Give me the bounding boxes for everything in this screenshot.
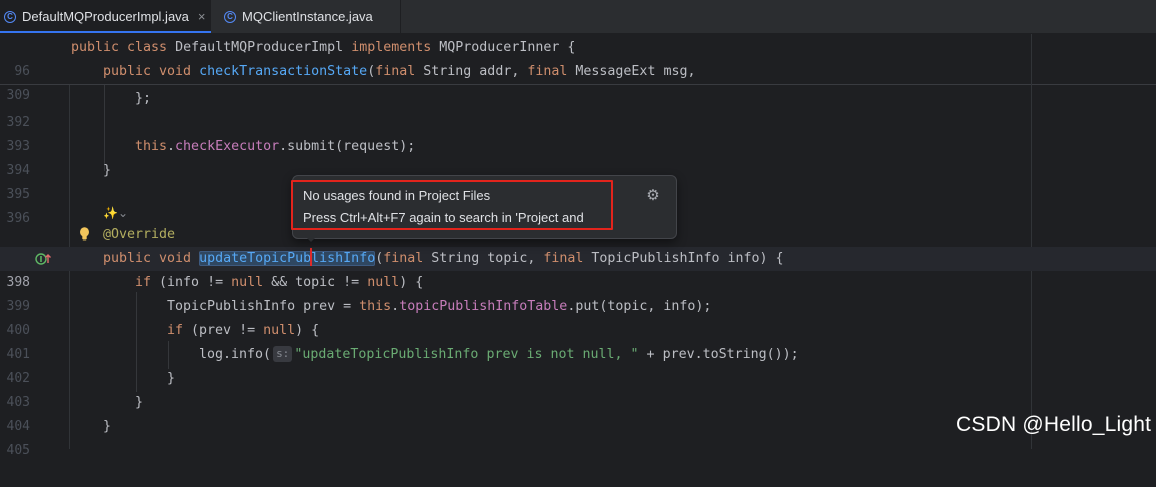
code-text: @Override [103,227,176,242]
code-text: this.checkExecutor.submit(request); [135,139,416,154]
svg-text:I: I [40,255,43,264]
code-text: public void checkTransactionState(final … [103,64,696,79]
code-line-393[interactable]: 393 [0,111,1156,154]
popup-hint[interactable]: Press Ctrl+Alt+F7 again to search in 'Pr… [303,210,584,225]
line-number: 405 [6,443,30,458]
code-text: public void updateTopicPublishInfo(final… [103,247,784,271]
find-usages-popup: No usages found in Project Files Press C… [291,175,677,239]
tab-label: DefaultMQProducerImpl.java [22,9,189,24]
code-line-402[interactable]: 402 log.info(s: "updateTopicPublishInfo p… [0,343,1156,386]
class-c-icon: C [224,10,236,23]
code-line-398[interactable]: 398 public void updateTopicPublishInfo(f… [0,247,1156,290]
close-icon[interactable]: × [198,9,206,24]
tab-label: MQClientInstance.java [242,9,373,24]
tab-mqclientinstance[interactable]: C MQClientInstance.java [211,0,401,33]
editor-tab-bar: C DefaultMQProducerImpl.java × C MQClien… [0,0,1156,34]
parameter-hint: s: [273,346,293,362]
code-text: } [135,395,144,410]
code-text: log.info(s: "updateTopicPublishInfo prev … [199,346,799,362]
tab-defaultmqproducerimpl[interactable]: C DefaultMQProducerImpl.java × [0,0,211,33]
code-line-392[interactable]: 392 }; [0,87,1156,130]
popup-message: No usages found in Project Files [303,188,491,203]
code-text: }; [135,91,152,106]
code-text: public class DefaultMQProducerImpl imple… [71,40,576,55]
ai-sparkle-icon[interactable]: ✨⌄ [103,206,128,220]
popup-pointer [305,236,317,242]
code-line-400[interactable]: 400 TopicPublishInfo prev = this.topicPu… [0,295,1156,338]
code-text: } [103,163,112,178]
code-line-399[interactable]: 399 if (info != null && topic != null) { [0,271,1156,314]
code-text: if (info != null && topic != null) { [135,275,424,290]
lightbulb-icon[interactable] [79,227,90,241]
code-text: } [167,371,176,386]
sticky-separator [0,84,1156,85]
code-text: TopicPublishInfo prev = this.topicPublis… [167,299,712,314]
code-line-394[interactable]: 394 this.checkExecutor.submit(request); [0,135,1156,178]
code-line-403[interactable]: 403 } [0,367,1156,410]
gear-icon[interactable]: ⚙ [645,188,661,204]
code-text: } [103,419,112,434]
sticky-line-96[interactable]: 96 public class DefaultMQProducerImpl im… [0,36,1156,79]
code-line-404[interactable]: 404 } [0,391,1156,434]
code-text: if (prev != null) { [167,323,320,338]
code-line-401[interactable]: 401 if (prev != null) { [0,319,1156,362]
class-c-icon: C [4,10,16,23]
watermark: CSDN @Hello_Light [956,413,1152,436]
sticky-line-309[interactable]: 309 public void checkTransactionState(fi… [0,60,1156,103]
method-name-highlight[interactable]: updateTopicPublishInfo [199,248,376,266]
implements-method-icon[interactable]: I [35,252,53,266]
